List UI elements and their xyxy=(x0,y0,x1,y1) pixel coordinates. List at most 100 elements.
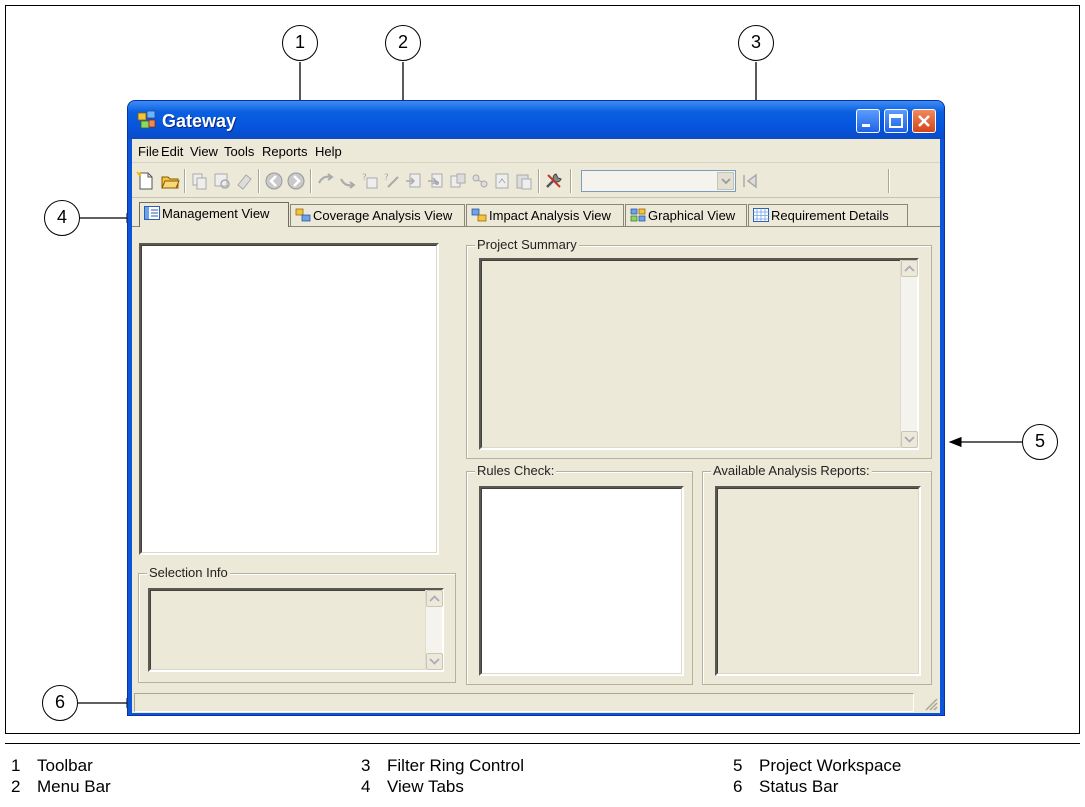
project-summary-box[interactable] xyxy=(479,258,919,450)
title-bar[interactable]: Gateway xyxy=(128,101,944,139)
chevron-up-icon xyxy=(904,265,915,272)
filter-ring-dropdown-button[interactable] xyxy=(717,172,734,190)
svg-text:?: ? xyxy=(362,173,367,183)
back-icon[interactable] xyxy=(264,171,284,191)
document-icon[interactable] xyxy=(448,171,468,191)
filter-icon[interactable] xyxy=(212,171,232,191)
tab-graphical-view[interactable]: Graphical View xyxy=(625,204,747,226)
gateway-window: Gateway File Edit View Tools Reports Hel… xyxy=(127,100,945,716)
selection-info-box[interactable] xyxy=(148,588,444,672)
toolbar-separator xyxy=(310,169,312,193)
rules-check-list[interactable] xyxy=(479,486,684,676)
legend-label: Status Bar xyxy=(759,777,839,796)
impact-analysis-icon xyxy=(471,208,487,222)
legend-item-3: 3 Filter Ring Control xyxy=(361,756,524,776)
filter-ring-apply-icon[interactable] xyxy=(740,171,760,191)
import-icon[interactable] xyxy=(404,171,424,191)
view-tabs: Management View Coverage Analysis View I… xyxy=(132,202,940,227)
copy-icon[interactable] xyxy=(190,171,210,191)
toolbar-separator xyxy=(570,169,572,193)
toolbar-separator xyxy=(184,169,186,193)
paste-icon[interactable] xyxy=(514,171,534,191)
callout-2: 2 xyxy=(385,25,421,61)
forward-icon[interactable] xyxy=(286,171,306,191)
project-summary-inner xyxy=(481,260,917,448)
rules-check-label: Rules Check: xyxy=(475,463,557,478)
scroll-down-button[interactable] xyxy=(901,431,918,448)
callout-4: 4 xyxy=(44,200,80,236)
selection-info-scrollbar[interactable] xyxy=(425,590,443,670)
legend-item-2: 2 Menu Bar xyxy=(11,777,111,797)
legend-number: 2 xyxy=(11,777,21,796)
tab-label: Graphical View xyxy=(648,208,736,223)
coverage-analysis-icon xyxy=(295,208,311,222)
clear-icon[interactable] xyxy=(234,171,254,191)
selection-info-group: Selection Info xyxy=(138,565,456,683)
management-view-icon xyxy=(144,206,160,220)
menu-tools[interactable]: Tools xyxy=(224,144,254,159)
project-summary-label: Project Summary xyxy=(475,237,579,252)
resize-grip-icon[interactable] xyxy=(922,695,938,711)
add-requirement-icon[interactable]: ? xyxy=(360,171,380,191)
new-icon[interactable] xyxy=(136,171,156,191)
menu-edit[interactable]: Edit xyxy=(161,144,183,159)
link-icon[interactable] xyxy=(470,171,490,191)
export-icon[interactable] xyxy=(426,171,446,191)
add-link-icon[interactable]: ? xyxy=(382,171,402,191)
scroll-up-button[interactable] xyxy=(426,590,443,607)
tab-label: Requirement Details xyxy=(771,208,889,223)
maximize-button[interactable] xyxy=(884,109,908,133)
legend-number: 1 xyxy=(11,756,21,775)
trace-down-icon[interactable] xyxy=(338,171,358,191)
menu-help[interactable]: Help xyxy=(315,144,342,159)
minimize-icon xyxy=(862,124,870,127)
analysis-reports-list[interactable] xyxy=(715,486,921,676)
legend-label: Project Workspace xyxy=(759,756,902,775)
open-icon[interactable] xyxy=(160,171,180,191)
rules-check-inner xyxy=(481,488,682,674)
tab-management-view[interactable]: Management View xyxy=(139,202,289,227)
scroll-up-button[interactable] xyxy=(901,260,918,277)
analysis-reports-inner xyxy=(717,488,919,674)
legend: 1 Toolbar 2 Menu Bar 3 Filter Ring Control … xyxy=(5,743,1080,803)
menu-view[interactable]: View xyxy=(190,144,218,159)
window-title: Gateway xyxy=(162,111,237,131)
report-icon[interactable] xyxy=(492,171,512,191)
menu-file[interactable]: File xyxy=(138,144,159,159)
tab-requirement-details[interactable]: Requirement Details xyxy=(748,204,908,226)
graphical-view-icon xyxy=(630,208,646,222)
trace-up-icon[interactable] xyxy=(316,171,336,191)
status-bar xyxy=(132,692,940,713)
chevron-down-icon xyxy=(429,658,440,665)
legend-number: 5 xyxy=(733,756,743,775)
legend-number: 4 xyxy=(361,777,371,796)
legend-label: Filter Ring Control xyxy=(387,756,524,775)
close-button[interactable] xyxy=(912,109,936,133)
minimize-button[interactable] xyxy=(856,109,880,133)
legend-label: Menu Bar xyxy=(37,777,111,796)
tab-impact-analysis-view[interactable]: Impact Analysis View xyxy=(466,204,624,226)
legend-item-1: 1 Toolbar xyxy=(11,756,93,776)
menu-reports[interactable]: Reports xyxy=(262,144,308,159)
window-client: File Edit View Tools Reports Help ? ? Ma… xyxy=(132,139,940,713)
management-tree[interactable] xyxy=(139,243,439,555)
tab-coverage-analysis-view[interactable]: Coverage Analysis View xyxy=(290,204,465,226)
filter-ring-control[interactable] xyxy=(581,170,736,192)
analysis-reports-label: Available Analysis Reports: xyxy=(711,463,872,478)
menu-bar: File Edit View Tools Reports Help xyxy=(132,139,940,163)
selection-info-inner xyxy=(150,590,442,670)
callout-5: 5 xyxy=(1022,424,1058,460)
close-icon xyxy=(918,115,930,127)
project-summary-scrollbar[interactable] xyxy=(900,260,918,448)
settings-icon[interactable] xyxy=(544,171,564,191)
maximize-icon xyxy=(889,114,903,128)
project-summary-group: Project Summary xyxy=(466,237,932,459)
legend-label: Toolbar xyxy=(37,756,93,775)
management-tree-inner xyxy=(141,245,437,553)
chevron-down-icon xyxy=(904,436,915,443)
legend-item-4: 4 View Tabs xyxy=(361,777,464,797)
legend-number: 3 xyxy=(361,756,371,775)
scroll-down-button[interactable] xyxy=(426,653,443,670)
chevron-up-icon xyxy=(429,595,440,602)
legend-item-6: 6 Status Bar xyxy=(733,777,838,797)
